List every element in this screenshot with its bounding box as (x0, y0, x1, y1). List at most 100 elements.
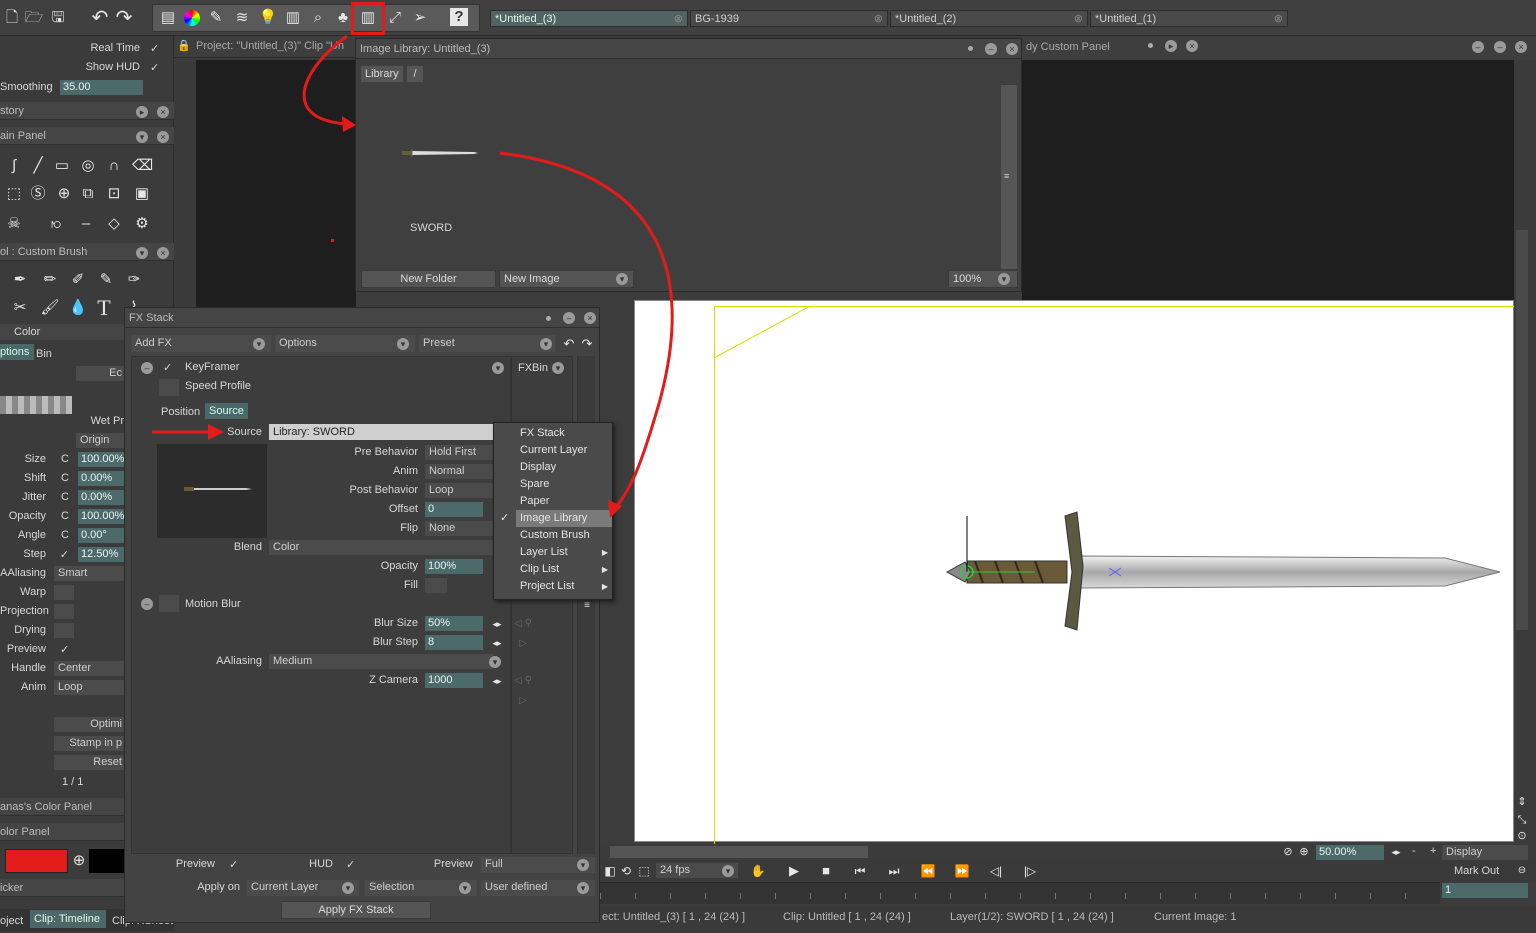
color-panel-header-2[interactable]: olor Panel (0, 823, 124, 841)
crop-icon[interactable]: ⊡ (104, 184, 124, 204)
library-scrollbar[interactable]: ≡ (1001, 85, 1017, 269)
save-icon[interactable]: 🖫 (48, 8, 68, 28)
showhud-check[interactable]: ✓ (150, 61, 159, 74)
loop-icon[interactable]: ⟲ (616, 861, 636, 881)
next-frame-icon[interactable]: |▷ (1020, 861, 1040, 881)
camera-icon[interactable]: ⊙ (1512, 826, 1532, 846)
chevron-down-icon[interactable]: ▾ (342, 882, 354, 894)
fill-swatch[interactable] (425, 578, 447, 593)
menu-item-custom-brush[interactable]: Custom Brush (494, 527, 614, 544)
menu-item-project-list[interactable]: Project List ▶ (494, 578, 614, 595)
close-icon[interactable]: ⊗ (674, 11, 683, 28)
chevron-down-icon[interactable]: ▾ (492, 362, 504, 374)
brushes-icon[interactable]: ✎ (206, 8, 226, 28)
frame-field[interactable]: 1 (1442, 883, 1528, 898)
anim-select[interactable]: Normal (425, 464, 493, 479)
lasso-tool-icon[interactable]: ∩ (104, 156, 124, 176)
param-c[interactable]: ✓ (57, 548, 69, 561)
color-tab[interactable]: Color (0, 324, 124, 340)
stepper-icon[interactable]: ◂▸ (1386, 842, 1406, 862)
lock-icon[interactable]: 🔒 (174, 36, 194, 56)
minimize-icon[interactable]: – (1472, 41, 1484, 53)
param-value[interactable]: 0.00° (78, 528, 124, 543)
chevron-down-icon[interactable]: ▾ (577, 859, 589, 871)
param-c[interactable]: C (57, 529, 69, 541)
paper-icon[interactable]: ◇ (104, 214, 124, 234)
tab-bg-1939[interactable]: BG-1939 ⊗ (690, 10, 888, 27)
pen-brush-icon[interactable]: ✒ (10, 270, 30, 290)
help-icon[interactable]: ? (450, 8, 468, 26)
tab-position[interactable]: Position (161, 404, 200, 420)
rectangle-tool-icon[interactable]: ▭ (52, 156, 72, 176)
tab-untitled-3[interactable]: *Untitled_(3) ⊗ (490, 10, 688, 27)
menu-item-current-layer[interactable]: Current Layer (494, 442, 614, 459)
range-icon[interactable]: ⬚ (634, 861, 654, 881)
paint-brush-icon[interactable]: 🖌 (40, 298, 60, 318)
hand-icon[interactable]: ✋ (748, 861, 768, 881)
chevron-down-icon[interactable]: ▾ (459, 882, 471, 894)
eraser-tool-icon[interactable]: ⌫ (132, 156, 153, 176)
param-value[interactable]: 12.50% (78, 547, 124, 562)
last-frame-icon[interactable]: ⏭ (884, 861, 904, 881)
aaliasing-select[interactable]: Smart (54, 566, 124, 581)
restore-icon[interactable]: – (1494, 41, 1506, 53)
menu-item-layer-list[interactable]: Layer List ▶ (494, 544, 614, 561)
param-value[interactable]: 100.00% (78, 452, 124, 467)
close-icon[interactable]: × (1006, 43, 1018, 55)
menu-item-fx-stack[interactable]: FX Stack (494, 425, 614, 442)
select-rect-icon[interactable]: ⬚ (4, 184, 24, 204)
smoothing-field[interactable]: 35.00 (60, 80, 143, 95)
secondary-color-swatch[interactable] (89, 849, 124, 873)
post-behavior-select[interactable]: Loop (425, 483, 493, 498)
sword-image[interactable] (945, 506, 1505, 636)
add-fx-select[interactable]: Add FX (131, 335, 271, 352)
expand-icon[interactable]: ▸ (136, 106, 148, 118)
param-c[interactable]: C (57, 453, 69, 465)
tab-library[interactable]: Library (361, 66, 403, 82)
stop-icon[interactable]: ■ (816, 861, 836, 881)
first-frame-icon[interactable]: ⏮ (850, 861, 870, 881)
chevron-down-icon[interactable]: ▾ (489, 656, 501, 668)
fit-icon[interactable]: ⇕ (1512, 792, 1532, 812)
collapse-icon[interactable]: – (141, 362, 153, 374)
new-image-button[interactable]: New Image (499, 270, 634, 288)
canvas[interactable] (634, 300, 1514, 846)
swap-colors-icon[interactable]: ⊕ (69, 851, 89, 871)
ellipse-tool-icon[interactable]: ◎ (78, 156, 98, 176)
open-folder-icon[interactable]: 🗁 (24, 8, 44, 28)
stepper-icon[interactable]: ◂▸ (487, 614, 507, 634)
optimize-button[interactable]: Optimi (54, 717, 124, 732)
param-value[interactable]: 100.00% (78, 509, 124, 524)
undo-icon[interactable]: ↶ (559, 334, 579, 354)
blur-step-field[interactable]: 8 (425, 635, 483, 650)
options-tab[interactable]: ptions (0, 344, 34, 360)
flat-brush-icon[interactable]: ✐ (68, 270, 88, 290)
close-icon[interactable]: × (1515, 41, 1527, 53)
keyframer-check[interactable]: ✓ (163, 361, 172, 374)
flip-select[interactable]: None (425, 521, 493, 536)
send-icon[interactable]: ➢ (410, 8, 430, 28)
param-c[interactable]: C (57, 510, 69, 522)
param-c[interactable]: C (57, 472, 69, 484)
tab-untitled-1[interactable]: *Untitled_(1) ⊗ (1090, 10, 1288, 27)
tab-source[interactable]: Source (205, 403, 248, 419)
opacity-field[interactable]: 100% (425, 559, 483, 574)
target-icon[interactable]: ⊕ (54, 184, 74, 204)
close-icon[interactable]: ⊗ (1074, 11, 1083, 28)
menu-item-spare[interactable]: Spare (494, 476, 614, 493)
line-tool-icon[interactable]: ╱ (28, 156, 48, 176)
color-panel-header[interactable]: anas's Color Panel (0, 798, 124, 816)
layers-icon[interactable]: ≋ (232, 8, 252, 28)
menu-item-display[interactable]: Display (494, 459, 614, 476)
menu-item-image-library[interactable]: ✓ Image Library (500, 510, 612, 527)
tab-clip-timeline[interactable]: Clip: Timeline (30, 910, 106, 928)
curve-tool-icon[interactable]: ⤢ (385, 8, 405, 28)
aaliasing-select[interactable]: Medium (269, 654, 493, 669)
collapse-icon[interactable]: ▾ (136, 131, 148, 143)
zoom-field[interactable]: 50.00% (1316, 845, 1384, 860)
zcamera-field[interactable]: 1000 (425, 673, 483, 688)
keyframe-next-icon[interactable]: ◁ ⚲ ▷ (513, 671, 533, 706)
fx-stack-title[interactable]: FX Stack (125, 308, 599, 328)
bin-tab[interactable]: Bin (36, 346, 52, 362)
ink-brush-icon[interactable]: ✎ (96, 270, 116, 290)
